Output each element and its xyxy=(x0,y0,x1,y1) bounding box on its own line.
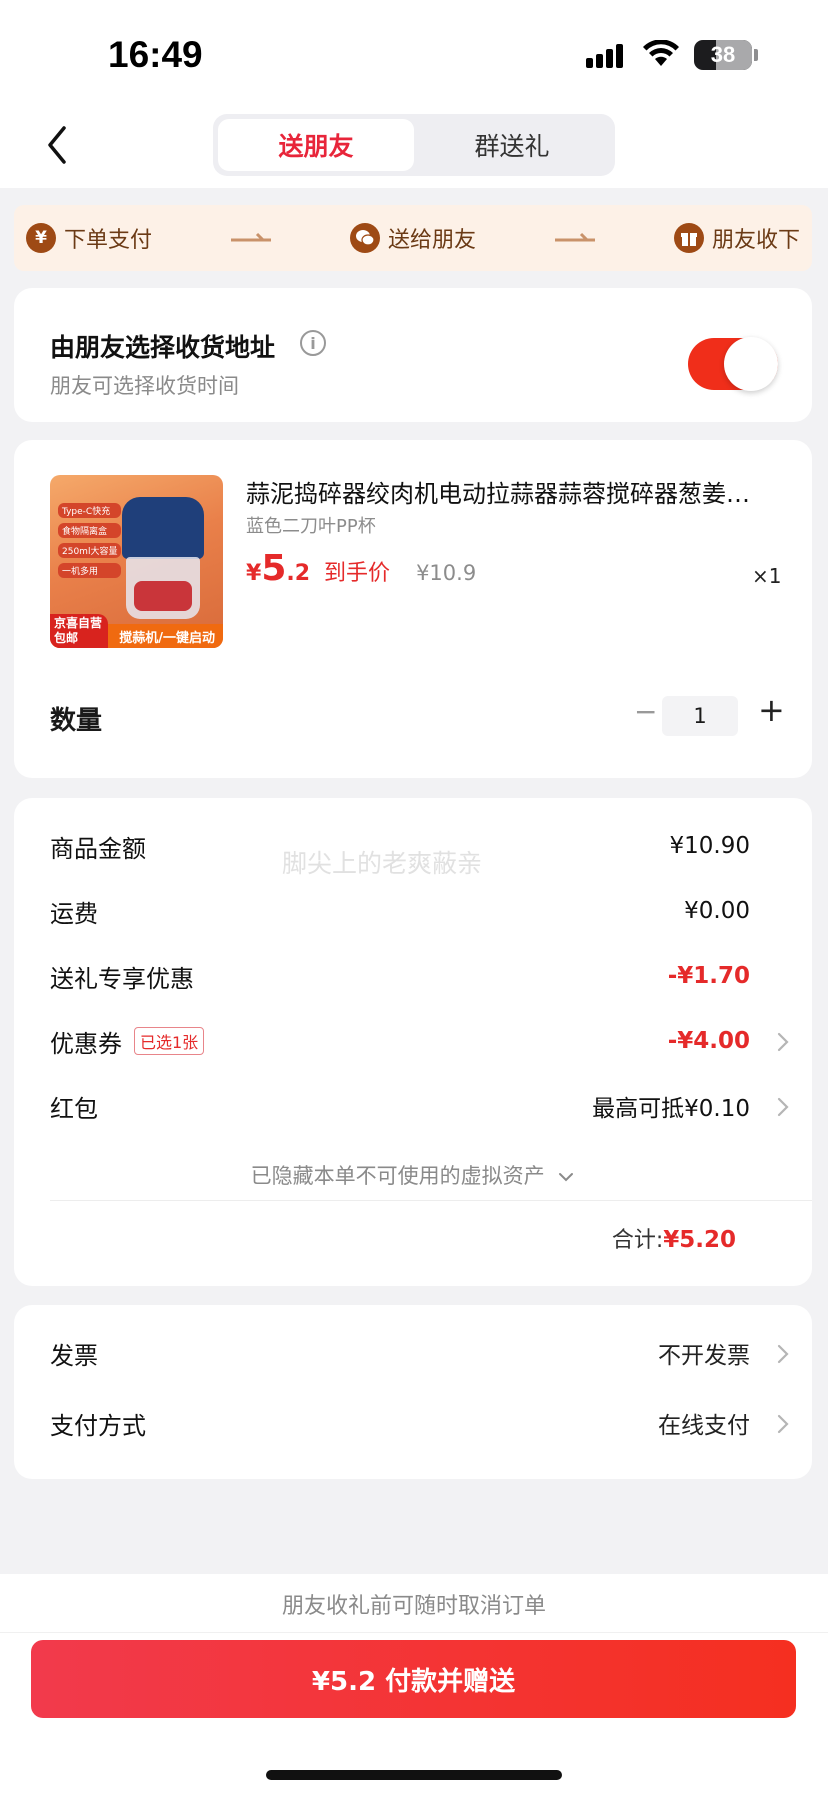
row-value: 在线支付 xyxy=(658,1413,750,1439)
hidden-assets-toggle[interactable]: 已隐藏本单不可使用的虚拟资产 xyxy=(14,1160,812,1190)
flow-arrow-icon xyxy=(476,230,674,246)
item-count: ×1 xyxy=(752,564,782,588)
wifi-icon xyxy=(643,40,679,66)
chopper-lid xyxy=(122,497,204,559)
quantity-label: 数量 xyxy=(50,706,103,736)
row-label: 运费 xyxy=(50,899,98,928)
friend-address-card: 由朋友选择收货地址 i 朋友可选择收货时间 xyxy=(14,288,812,422)
flow-arrow-icon xyxy=(152,230,350,246)
gift-flow-steps: ¥ 下单支付 送给朋友 朋友收下 xyxy=(14,205,812,271)
quantity-decrease-button[interactable]: − xyxy=(634,695,657,728)
row-label: 发票 xyxy=(50,1341,98,1370)
home-indicator[interactable] xyxy=(266,1770,562,1780)
row-shipping: 运费 ¥0.00 xyxy=(50,891,790,931)
row-gift-discount: 送礼专享优惠 -¥1.70 xyxy=(50,956,790,996)
row-invoice[interactable]: 发票 不开发票 xyxy=(50,1333,790,1373)
row-value: 不开发票 xyxy=(658,1343,750,1369)
flow-step-pay: ¥ 下单支付 xyxy=(26,222,152,254)
status-time: 16:49 xyxy=(108,34,203,75)
row-label: 红包 xyxy=(50,1094,98,1123)
product-price: ¥ 5 .2 到手价 ¥10.9 xyxy=(246,548,476,589)
flow-step-label: 下单支付 xyxy=(64,228,153,253)
toggle-knob xyxy=(724,337,778,391)
image-tag: Type-C快充 xyxy=(58,503,122,518)
info-icon[interactable]: i xyxy=(300,330,326,356)
flow-step-label: 送给朋友 xyxy=(388,228,477,253)
row-coupon[interactable]: 优惠券 已选1张 -¥4.00 xyxy=(50,1021,790,1061)
total-value: ¥5.20 xyxy=(663,1227,736,1253)
row-value: -¥4.00 xyxy=(667,1028,750,1054)
invoice-payment-card: 发票 不开发票 支付方式 在线支付 xyxy=(14,1305,812,1479)
battery-level: 38 xyxy=(710,42,736,67)
friend-address-title: 由朋友选择收货地址 xyxy=(50,333,276,362)
quantity-increase-button[interactable]: + xyxy=(758,691,785,729)
wechat-icon xyxy=(350,223,380,253)
yen-icon: ¥ xyxy=(26,223,56,253)
row-label: 商品金额 xyxy=(50,834,146,863)
product-spec: 蓝色二刀叶PP杯 xyxy=(246,516,376,537)
shipping-badge: 京喜自营 包邮 xyxy=(50,614,108,648)
signal-icon xyxy=(586,44,623,68)
chevron-down-icon xyxy=(559,1173,574,1182)
gift-mode-segmented-control: 送朋友 群送礼 xyxy=(213,114,615,176)
row-value: 最高可抵¥0.10 xyxy=(592,1096,750,1122)
product-card: Type-C快充 食物隔离盒 250ml大容量 一机多用 搅蒜机/一键启动 京喜… xyxy=(14,440,812,778)
friend-address-toggle[interactable] xyxy=(688,337,778,391)
quantity-input[interactable]: 1 xyxy=(662,696,738,736)
gift-icon xyxy=(674,223,704,253)
product-image-tags: Type-C快充 食物隔离盒 250ml大容量 一机多用 xyxy=(58,503,122,578)
badge-line: 包邮 xyxy=(54,631,79,645)
price-currency: ¥ xyxy=(246,561,262,586)
chevron-right-icon xyxy=(777,1097,789,1117)
row-value: ¥0.00 xyxy=(684,898,750,924)
coupon-selected-chip: 已选1张 xyxy=(134,1027,205,1055)
row-value: -¥1.70 xyxy=(667,963,750,989)
image-tag: 250ml大容量 xyxy=(58,543,122,558)
pay-and-gift-button[interactable]: ¥5.2 付款并赠送 xyxy=(31,1640,796,1718)
divider xyxy=(0,1632,828,1633)
row-payment-method[interactable]: 支付方式 在线支付 xyxy=(50,1403,790,1443)
back-arrow-icon[interactable] xyxy=(40,122,76,168)
cancel-note: 朋友收礼前可随时取消订单 xyxy=(281,1594,546,1619)
row-label: 送礼专享优惠 xyxy=(50,964,194,993)
total-label: 合计: xyxy=(611,1228,664,1253)
flow-step-receive: 朋友收下 xyxy=(674,222,800,254)
image-tag: 食物隔离盒 xyxy=(58,523,122,538)
row-value: ¥10.90 xyxy=(669,833,750,859)
chevron-right-icon xyxy=(777,1414,789,1434)
price-integer: 5 xyxy=(261,548,287,589)
order-total: 合计: ¥5.20 xyxy=(612,1222,736,1254)
flow-step-label: 朋友收下 xyxy=(712,228,801,253)
chevron-right-icon xyxy=(777,1032,789,1052)
tab-send-friend[interactable]: 送朋友 xyxy=(218,119,414,171)
row-goods-amount: 商品金额 ¥10.90 xyxy=(50,826,790,866)
friend-address-subtitle: 朋友可选择收货时间 xyxy=(50,374,239,398)
badge-line: 京喜自营 xyxy=(54,616,103,630)
image-tag: 一机多用 xyxy=(58,563,122,578)
original-price: ¥10.9 xyxy=(416,561,477,585)
flow-step-send: 送给朋友 xyxy=(350,222,476,254)
tab-group-gift[interactable]: 群送礼 xyxy=(414,119,610,171)
row-label: 优惠券 xyxy=(50,1029,122,1058)
price-detail-card: 脚尖上的老爽蔽亲 商品金额 ¥10.90 运费 ¥0.00 送礼专享优惠 -¥1… xyxy=(14,798,812,1286)
top-header: 16:49 38 送朋友 群送礼 xyxy=(0,0,828,188)
hidden-assets-label: 已隐藏本单不可使用的虚拟资产 xyxy=(250,1164,545,1188)
price-decimal: .2 xyxy=(286,561,311,586)
product-image[interactable]: Type-C快充 食物隔离盒 250ml大容量 一机多用 搅蒜机/一键启动 京喜… xyxy=(50,475,223,648)
battery-icon: 38 xyxy=(694,40,752,70)
product-title[interactable]: 蒜泥捣碎器绞肉机电动拉蒜器蒜蓉搅碎器葱姜… xyxy=(246,474,786,509)
bottom-bar: 朋友收礼前可随时取消订单 ¥5.2 付款并赠送 xyxy=(0,1574,828,1795)
price-tag: 到手价 xyxy=(324,561,391,586)
chevron-right-icon xyxy=(777,1344,789,1364)
chopper-jar xyxy=(126,557,200,619)
row-label: 支付方式 xyxy=(50,1411,146,1440)
row-red-packet[interactable]: 红包 最高可抵¥0.10 xyxy=(50,1086,790,1126)
divider xyxy=(50,1200,812,1201)
